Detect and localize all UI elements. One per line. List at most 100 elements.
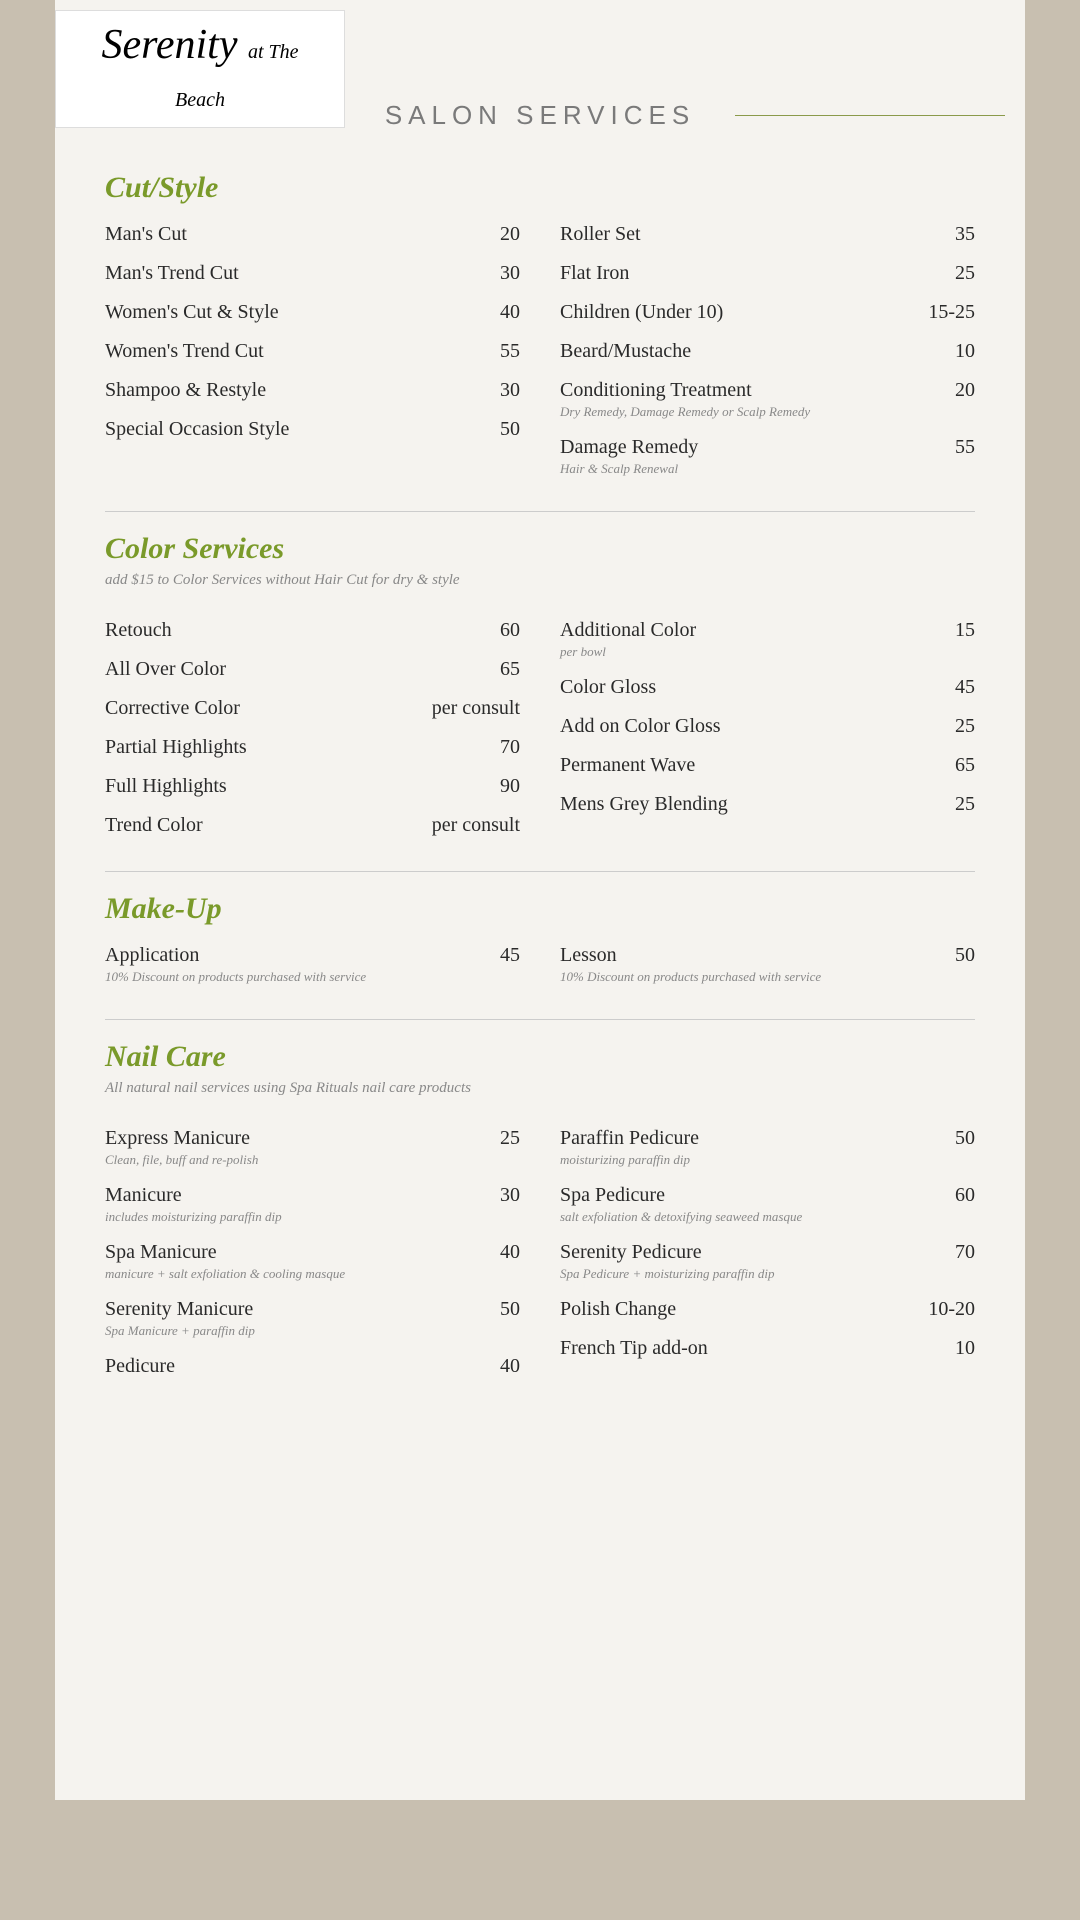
service-price: 10-20 (915, 1298, 975, 1321)
services-grid-make-up: Application 10% Discount on products purc… (105, 932, 975, 989)
service-item: Trend Colorper consult (105, 802, 520, 841)
section-title-nail-care: Nail Care (105, 1040, 975, 1074)
service-sub: Hair & Scalp Renewal (560, 461, 915, 477)
service-name: Lesson (560, 944, 915, 967)
service-sub: includes moisturizing paraffin dip (105, 1209, 460, 1225)
service-sub: 10% Discount on products purchased with … (560, 969, 915, 985)
service-price: 60 (915, 1184, 975, 1207)
section-divider (105, 871, 975, 872)
service-price: 20 (460, 223, 520, 246)
section-divider (105, 511, 975, 512)
service-item: Women's Trend Cut55 (105, 328, 520, 367)
service-name: Serenity Manicure (105, 1298, 460, 1321)
service-item: Lesson 10% Discount on products purchased… (560, 932, 975, 989)
service-price: 40 (460, 1241, 520, 1264)
service-item: Spa Manicuremanicure + salt exfoliation … (105, 1229, 520, 1286)
right-col-nail-care: Paraffin Pedicuremoisturizing paraffin d… (560, 1115, 975, 1382)
service-item: Conditioning TreatmentDry Remedy, Damage… (560, 367, 975, 424)
service-name: Add on Color Gloss (560, 715, 915, 738)
service-item: Retouch60 (105, 607, 520, 646)
service-price: 30 (460, 262, 520, 285)
service-item: Spa Pedicure salt exfoliation & detoxifyi… (560, 1172, 975, 1229)
service-name: Flat Iron (560, 262, 915, 285)
service-item: Manicureincludes moisturizing paraffin d… (105, 1172, 520, 1229)
services-grid-nail-care: Express ManicureClean, file, buff and re… (105, 1115, 975, 1382)
service-name: Permanent Wave (560, 754, 915, 777)
section-title-cut-style: Cut/Style (105, 171, 975, 205)
service-price: 55 (460, 340, 520, 363)
service-name: Additional Color (560, 619, 915, 642)
service-price: 40 (460, 301, 520, 324)
service-sub: Spa Manicure + paraffin dip (105, 1323, 460, 1339)
service-price: 30 (460, 1184, 520, 1207)
menu-card: SALON SERVICES Cut/StyleMan's Cut20Man's… (55, 0, 1025, 1800)
logo: Serenity at The Beach (55, 10, 345, 128)
service-name: Spa Pedicure (560, 1184, 915, 1207)
service-sub: 10% Discount on products purchased with … (105, 969, 460, 985)
service-price: 45 (460, 944, 520, 967)
right-col-cut-style: Roller Set35Flat Iron25Children (Under 1… (560, 211, 975, 481)
service-name: Application (105, 944, 460, 967)
service-item: French Tip add-on10 (560, 1325, 975, 1364)
service-price: 65 (460, 658, 520, 681)
service-name: Full Highlights (105, 775, 460, 798)
section-title-color-services: Color Services (105, 532, 975, 566)
right-col-make-up: Lesson 10% Discount on products purchased… (560, 932, 975, 989)
service-price: 50 (460, 1298, 520, 1321)
service-name: Trend Color (105, 814, 422, 837)
service-sub: Dry Remedy, Damage Remedy or Scalp Remed… (560, 404, 915, 420)
service-name: Corrective Color (105, 697, 422, 720)
service-item: Special Occasion Style50 (105, 406, 520, 445)
left-col-nail-care: Express ManicureClean, file, buff and re… (105, 1115, 520, 1382)
service-item: Paraffin Pedicuremoisturizing paraffin d… (560, 1115, 975, 1172)
section-note-color-services: add $15 to Color Services without Hair C… (105, 572, 975, 589)
right-col-color-services: Additional Colorper bowl15Color Gloss45A… (560, 607, 975, 841)
services-grid-color-services: Retouch60All Over Color65Corrective Colo… (105, 607, 975, 841)
section-note-nail-care: All natural nail services using Spa Ritu… (105, 1080, 975, 1097)
service-price: 25 (460, 1127, 520, 1150)
service-price: 70 (460, 736, 520, 759)
service-item: Partial Highlights70 (105, 724, 520, 763)
service-sub: per bowl (560, 644, 915, 660)
service-price: 25 (915, 715, 975, 738)
service-price: 55 (915, 436, 975, 459)
service-item: Children (Under 10)15-25 (560, 289, 975, 328)
service-name: Shampoo & Restyle (105, 379, 460, 402)
service-price: 65 (915, 754, 975, 777)
service-item: Polish Change10-20 (560, 1286, 975, 1325)
service-name: French Tip add-on (560, 1337, 915, 1360)
service-item: Man's Cut20 (105, 211, 520, 250)
service-price: 50 (460, 418, 520, 441)
service-name: Special Occasion Style (105, 418, 460, 441)
service-name: Children (Under 10) (560, 301, 915, 324)
service-price: 70 (915, 1241, 975, 1264)
service-name: Serenity Pedicure (560, 1241, 915, 1264)
service-price: 30 (460, 379, 520, 402)
service-name: Color Gloss (560, 676, 915, 699)
service-item: Serenity PedicureSpa Pedicure + moisturi… (560, 1229, 975, 1286)
service-item: Color Gloss45 (560, 664, 975, 703)
menu-content: Cut/Style Man's Cut20Man's Trend Cut30 Wom… (55, 151, 1025, 1422)
service-price: 45 (915, 676, 975, 699)
service-item: Pedicure40 (105, 1343, 520, 1382)
service-price: 25 (915, 793, 975, 816)
service-item: Roller Set35 (560, 211, 975, 250)
service-name: Mens Grey Blending (560, 793, 915, 816)
service-name: Polish Change (560, 1298, 915, 1321)
service-item: Flat Iron25 (560, 250, 975, 289)
service-price: 25 (915, 262, 975, 285)
logo-name: Serenity at The Beach (76, 21, 324, 117)
service-item: Shampoo & Restyle30 (105, 367, 520, 406)
section-title-make-up: Make-Up (105, 892, 975, 926)
service-price: 10 (915, 340, 975, 363)
service-name: Women's Trend Cut (105, 340, 460, 363)
service-name: Damage Remedy (560, 436, 915, 459)
service-price: 10 (915, 1337, 975, 1360)
service-name: All Over Color (105, 658, 460, 681)
service-price: 35 (915, 223, 975, 246)
service-item: Damage Remedy Hair & Scalp Renewal55 (560, 424, 975, 481)
service-sub: salt exfoliation & detoxifying seaweed m… (560, 1209, 915, 1225)
service-item: Application 10% Discount on products purc… (105, 932, 520, 989)
service-item: Add on Color Gloss25 (560, 703, 975, 742)
service-item: Man's Trend Cut30 (105, 250, 520, 289)
